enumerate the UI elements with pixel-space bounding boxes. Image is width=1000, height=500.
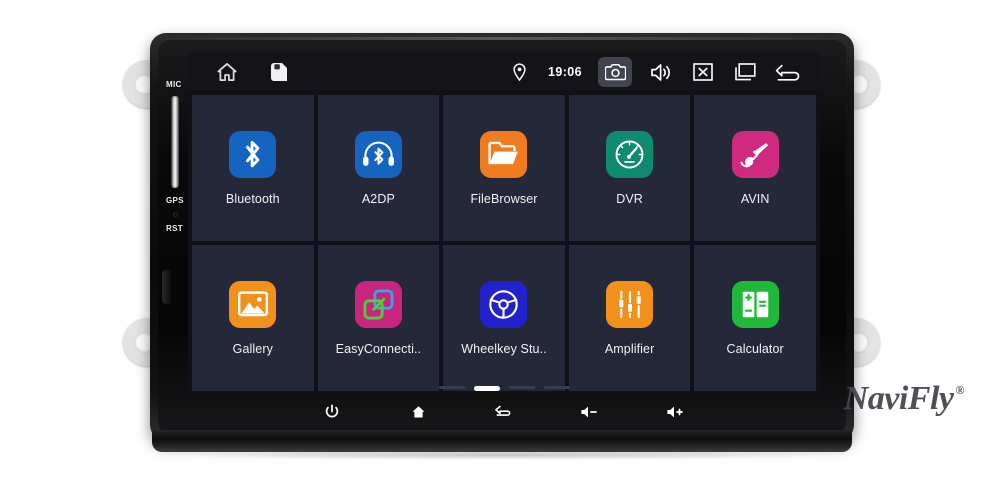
equalizer-icon xyxy=(606,280,654,328)
easyconnect-icon xyxy=(354,280,402,328)
app-label: Amplifier xyxy=(604,341,655,356)
mic-label: MIC xyxy=(166,80,182,89)
side-connector-nub xyxy=(162,270,171,304)
head-unit-base xyxy=(152,430,852,452)
brand-name: NaviFly xyxy=(843,380,954,417)
app-grid: Bluetooth A2DP FileBrowser DVR AVIN Gall… xyxy=(188,91,820,391)
brand-registered-mark: ® xyxy=(955,383,965,397)
app-label: Wheelkey Stu.. xyxy=(461,341,547,356)
reset-pinhole[interactable] xyxy=(173,212,178,217)
bluetooth-icon xyxy=(229,130,277,178)
sd-card-icon[interactable] xyxy=(266,59,292,85)
app-tile-gallery[interactable]: Gallery xyxy=(192,245,314,391)
app-tile-calculator[interactable]: Calculator xyxy=(694,245,816,391)
brand-watermark: NaviFly ® xyxy=(843,380,965,418)
back-key[interactable] xyxy=(491,401,517,423)
photo-icon xyxy=(229,280,277,328)
app-tile-dvr[interactable]: DVR xyxy=(568,95,691,241)
app-label: Calculator xyxy=(726,341,784,356)
audio-jack-icon xyxy=(731,130,779,178)
volume-down-key[interactable] xyxy=(577,401,603,423)
gps-label: GPS xyxy=(166,196,184,205)
home-key[interactable] xyxy=(405,401,431,423)
calculator-icon xyxy=(731,280,779,328)
close-box-icon[interactable] xyxy=(690,59,716,85)
location-pin-icon xyxy=(506,59,532,85)
app-tile-a2dp[interactable]: A2DP xyxy=(317,95,440,241)
device-shadow xyxy=(168,450,836,460)
app-tile-filebrowser[interactable]: FileBrowser xyxy=(443,95,565,241)
home-icon[interactable] xyxy=(214,59,240,85)
app-label: AVIN xyxy=(740,191,770,206)
camera-icon[interactable] xyxy=(598,57,632,87)
page-dot-active[interactable] xyxy=(473,386,500,391)
screenshot-root: MIC GPS RST 19:06 Bluetooth A2DP FileBro… xyxy=(0,0,1000,500)
app-label: Bluetooth xyxy=(225,191,280,206)
app-label: FileBrowser xyxy=(470,191,538,206)
lcd-screen[interactable]: 19:06 Bluetooth A2DP FileBrowser DVR AVI… xyxy=(188,53,820,393)
status-bar-clock: 19:06 xyxy=(548,65,582,79)
app-label: Gallery xyxy=(232,341,273,356)
page-indicator[interactable] xyxy=(188,386,820,391)
power-key[interactable] xyxy=(319,401,345,423)
steering-wheel-icon xyxy=(480,280,528,328)
page-dot[interactable] xyxy=(543,386,570,389)
app-tile-amplifier[interactable]: Amplifier xyxy=(568,245,691,391)
status-bar: 19:06 xyxy=(188,53,820,91)
page-dot[interactable] xyxy=(438,386,465,389)
hardware-key-bar xyxy=(188,396,820,428)
app-label: A2DP xyxy=(361,191,395,206)
folder-open-icon xyxy=(480,130,528,178)
volume-up-key[interactable] xyxy=(663,401,689,423)
app-tile-wheelkey-study[interactable]: Wheelkey Stu.. xyxy=(443,245,565,391)
headphones-icon xyxy=(354,130,402,178)
app-label: DVR xyxy=(616,191,643,206)
status-bar-left xyxy=(188,59,292,85)
sd-card-slot[interactable] xyxy=(171,96,179,188)
speedometer-icon xyxy=(606,130,654,178)
speaker-icon[interactable] xyxy=(648,59,674,85)
app-label: EasyConnecti.. xyxy=(335,341,422,356)
app-tile-bluetooth[interactable]: Bluetooth xyxy=(192,95,314,241)
recent-apps-icon[interactable] xyxy=(732,59,758,85)
reset-label: RST xyxy=(166,224,183,233)
app-tile-easyconnected[interactable]: EasyConnecti.. xyxy=(317,245,440,391)
status-bar-right: 19:06 xyxy=(506,53,804,91)
page-dot[interactable] xyxy=(508,386,535,389)
app-tile-avin[interactable]: AVIN xyxy=(694,95,816,241)
back-arrow-icon[interactable] xyxy=(774,59,804,85)
